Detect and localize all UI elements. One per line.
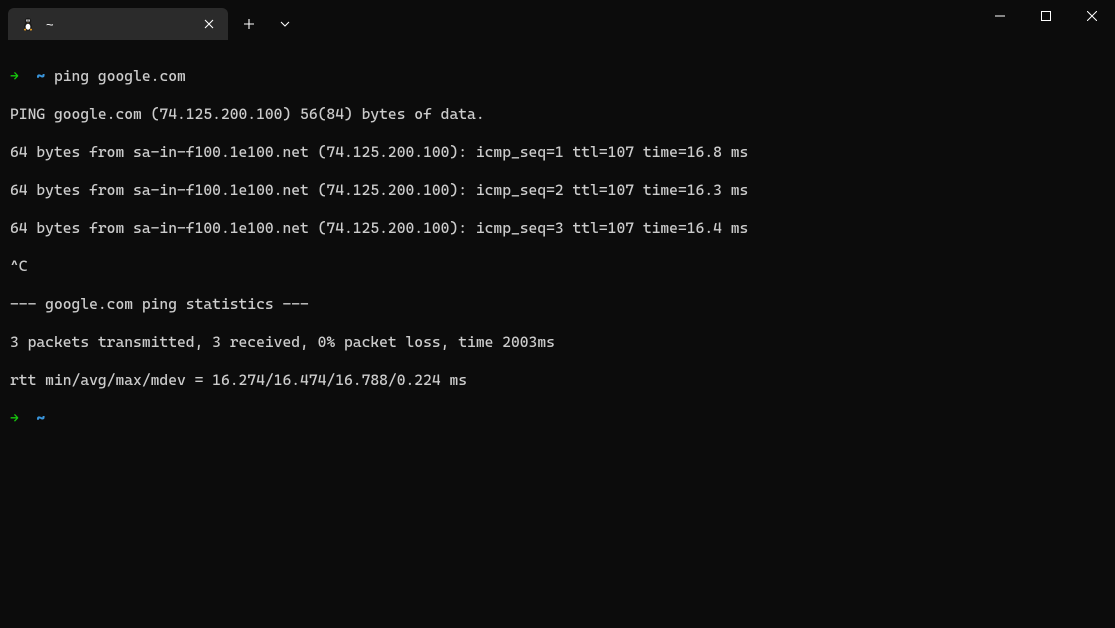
command-text: ping google.com — [54, 67, 186, 85]
prompt-line: → ~ ping google.com — [10, 67, 1105, 86]
output-line: 3 packets transmitted, 3 received, 0% pa… — [10, 333, 1105, 352]
tab-dropdown-button[interactable] — [268, 8, 302, 40]
prompt-path: ~ — [36, 409, 45, 427]
tab-active[interactable]: ~ — [8, 8, 228, 40]
tab-close-button[interactable] — [200, 15, 218, 33]
titlebar: ~ — [0, 0, 1115, 40]
tab-strip: ~ — [0, 0, 228, 40]
prompt-path: ~ — [36, 67, 45, 85]
maximize-button[interactable] — [1023, 0, 1069, 32]
output-line: PING google.com (74.125.200.100) 56(84) … — [10, 105, 1105, 124]
tux-icon — [20, 16, 36, 32]
tab-actions — [228, 0, 302, 40]
prompt-arrow-icon: → — [10, 67, 19, 85]
output-line: 64 bytes from sa-in-f100.1e100.net (74.1… — [10, 219, 1105, 238]
output-line: ^C — [10, 257, 1105, 276]
output-line: --- google.com ping statistics --- — [10, 295, 1105, 314]
output-line: 64 bytes from sa-in-f100.1e100.net (74.1… — [10, 181, 1105, 200]
prompt-arrow-icon: → — [10, 409, 19, 427]
terminal-output[interactable]: → ~ ping google.com PING google.com (74.… — [0, 40, 1115, 455]
prompt-line: → ~ — [10, 409, 1105, 428]
output-line: rtt min/avg/max/mdev = 16.274/16.474/16.… — [10, 371, 1105, 390]
tab-title: ~ — [46, 17, 190, 32]
new-tab-button[interactable] — [232, 8, 266, 40]
close-window-button[interactable] — [1069, 0, 1115, 32]
output-line: 64 bytes from sa-in-f100.1e100.net (74.1… — [10, 143, 1105, 162]
minimize-button[interactable] — [977, 0, 1023, 32]
window-controls — [977, 0, 1115, 32]
